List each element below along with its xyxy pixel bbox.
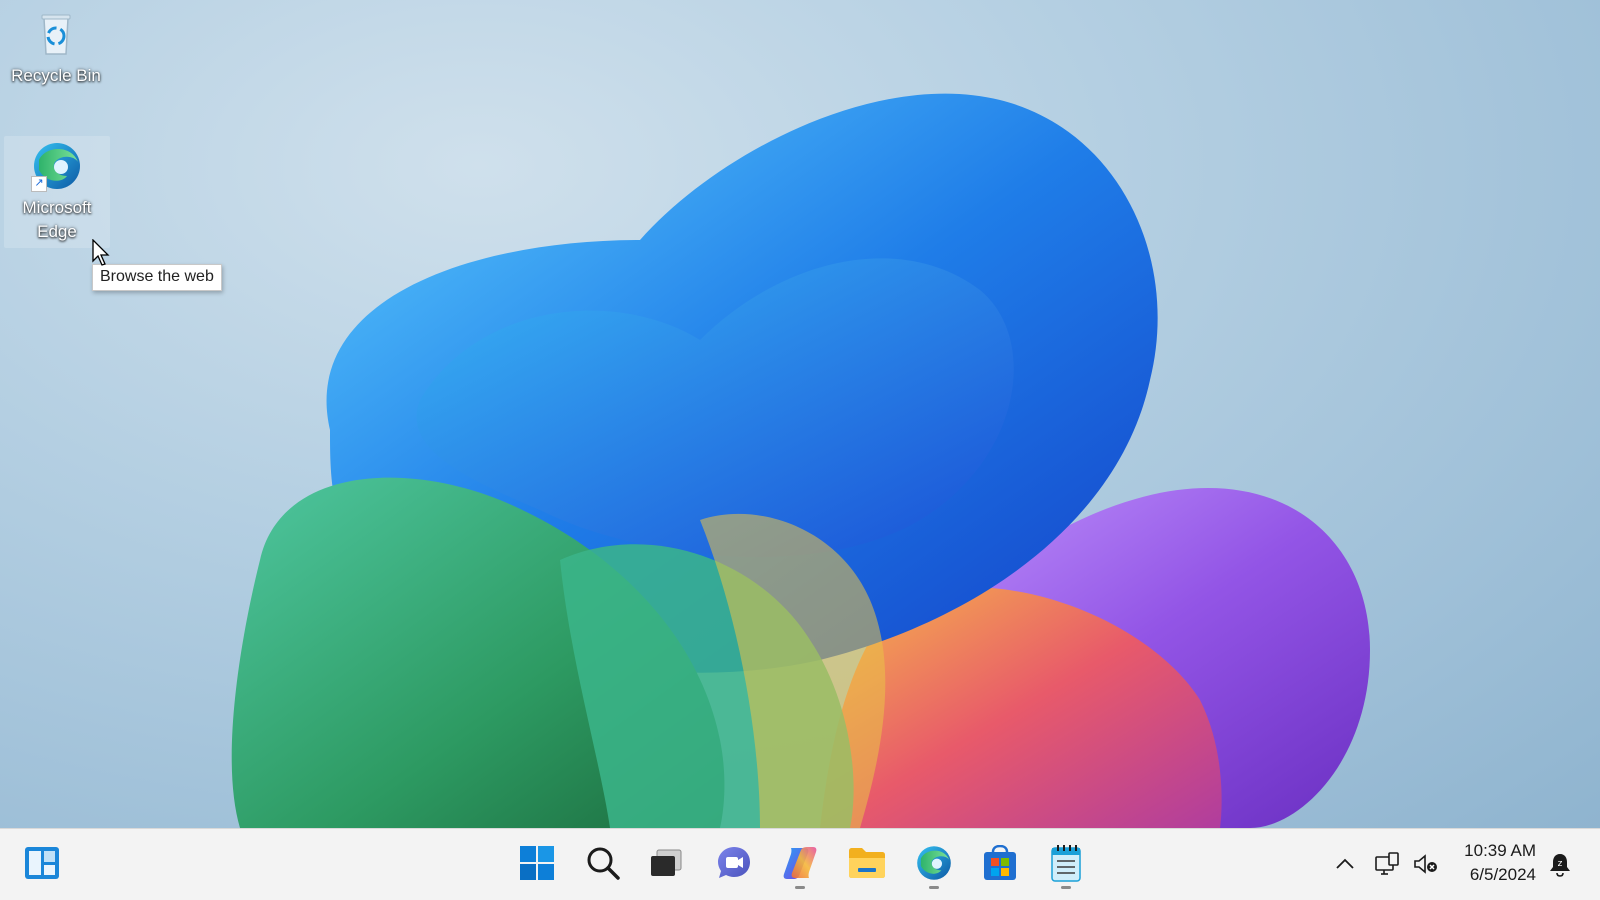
display-icon <box>1375 852 1399 875</box>
widgets-button[interactable] <box>18 839 66 887</box>
search-button[interactable] <box>579 839 627 887</box>
desktop-icon-recycle-bin[interactable]: Recycle Bin <box>9 8 103 88</box>
running-indicator <box>795 886 805 889</box>
windows-start-icon <box>520 846 554 880</box>
edge-icon <box>917 846 951 880</box>
task-view-icon <box>651 849 682 876</box>
clock-date: 6/5/2024 <box>1469 865 1536 884</box>
notepad-button[interactable] <box>1042 839 1090 889</box>
wallpaper-bloom <box>231 93 1370 828</box>
running-indicator <box>1061 886 1071 889</box>
desktop[interactable]: Recycle Bin ↗ Microsoft Edge Browse the … <box>0 0 1600 828</box>
start-button[interactable] <box>513 839 561 887</box>
teams-meet-button[interactable] <box>710 839 758 887</box>
shortcut-arrow-icon: ↗ <box>31 176 47 192</box>
tooltip: Browse the web <box>92 264 222 291</box>
store-button[interactable] <box>976 839 1024 887</box>
mouse-cursor-icon <box>92 239 110 266</box>
desktop-icon-microsoft-edge[interactable]: ↗ Microsoft Edge <box>4 136 110 248</box>
network-button[interactable] <box>1372 849 1402 879</box>
speaker-muted-icon <box>1414 854 1437 874</box>
store-icon <box>984 845 1016 880</box>
chevron-up-icon <box>1336 858 1354 869</box>
task-view-button[interactable] <box>642 839 690 887</box>
running-indicator <box>929 886 939 889</box>
taskbar: 10:39 AM 6/5/2024 z <box>0 828 1600 900</box>
file-explorer-button[interactable] <box>843 839 891 887</box>
notification-center-button[interactable]: z <box>1545 849 1575 879</box>
folder-icon <box>849 848 885 878</box>
volume-button[interactable] <box>1411 849 1441 879</box>
teams-meet-icon <box>718 847 750 878</box>
svg-text:z: z <box>1558 859 1563 869</box>
copilot-icon <box>783 847 817 879</box>
edge-taskbar-button[interactable] <box>910 839 958 889</box>
copilot-button[interactable] <box>776 839 824 889</box>
system-clock[interactable]: 10:39 AM 6/5/2024 <box>1464 839 1536 887</box>
desktop-icon-label: Microsoft Edge <box>22 198 92 241</box>
recycle-bin-icon <box>30 8 82 60</box>
search-icon <box>587 847 620 880</box>
notepad-icon <box>1051 845 1081 882</box>
desktop-icon-label: Recycle Bin <box>11 66 101 85</box>
clock-time: 10:39 AM <box>1464 841 1536 860</box>
notification-bell-icon: z <box>1550 854 1570 877</box>
show-hidden-icons-button[interactable] <box>1330 849 1360 879</box>
widgets-icon <box>25 847 59 879</box>
edge-icon: ↗ <box>31 140 83 192</box>
